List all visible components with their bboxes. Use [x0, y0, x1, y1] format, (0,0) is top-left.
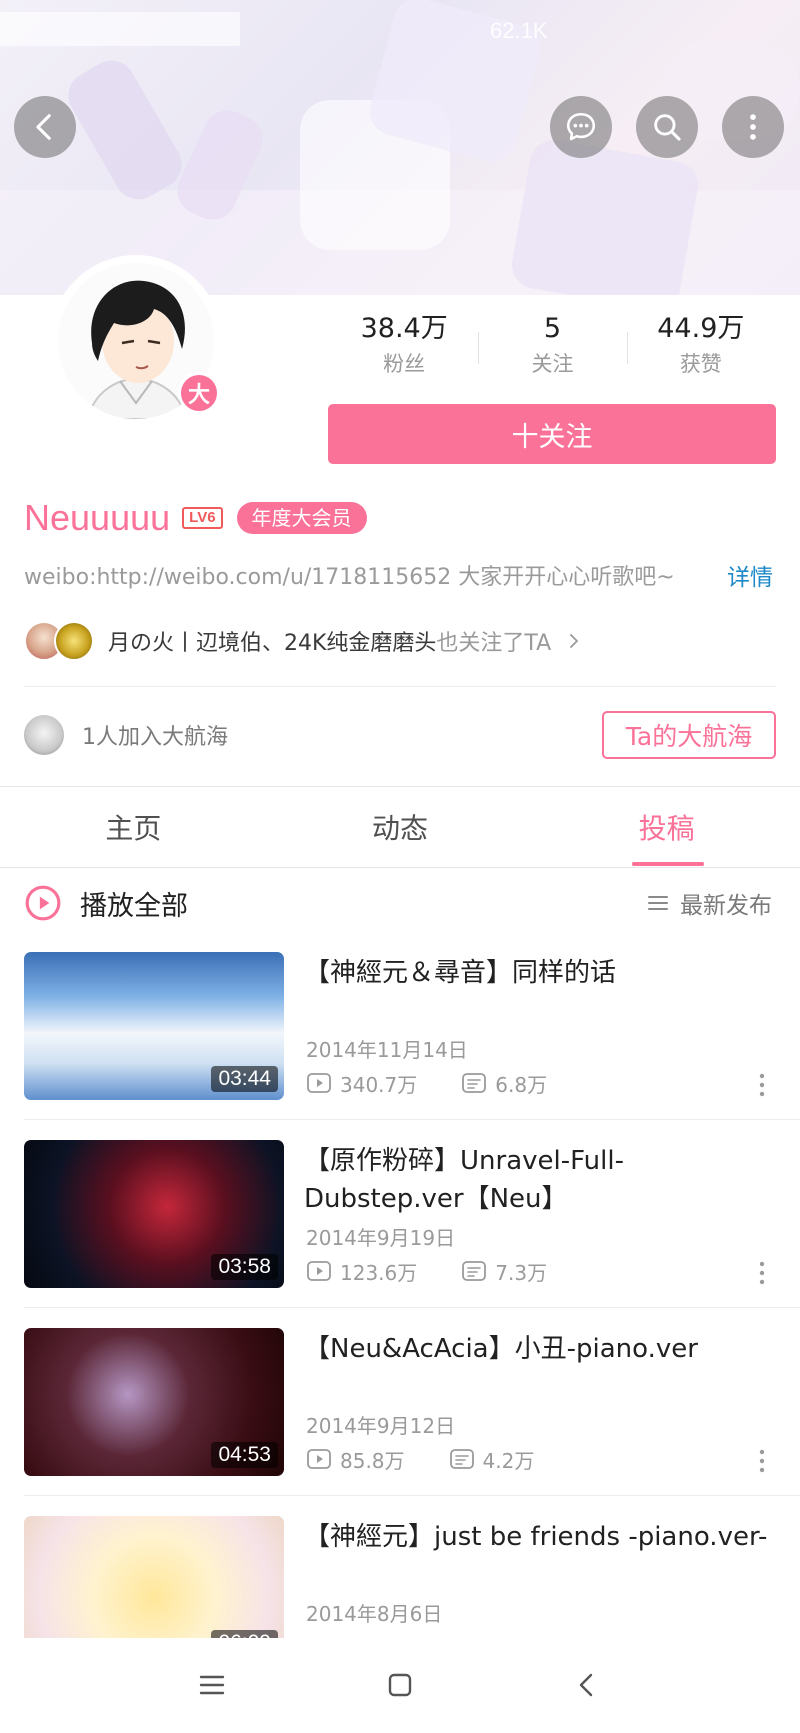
- voyage-button[interactable]: Ta的大航海: [602, 711, 776, 759]
- system-nav-bar: [0, 1638, 800, 1733]
- more-vertical-icon[interactable]: [754, 1446, 770, 1476]
- video-date: 2014年11月14日: [306, 1038, 468, 1062]
- video-title[interactable]: 【原作粉碎】Unravel-Full-Dubstep.ver【Neu】: [304, 1142, 774, 1218]
- danmaku-count: 4.2万: [482, 1448, 535, 1473]
- detail-link[interactable]: 详情: [727, 562, 773, 594]
- level-badge: LV6: [182, 507, 223, 529]
- video-meta: 85.8万 4.2万: [306, 1446, 535, 1473]
- back-arrow-icon[interactable]: [572, 1670, 602, 1700]
- danmaku-count: 6.8万: [495, 1072, 548, 1097]
- search-icon: [654, 114, 681, 141]
- menu-icon[interactable]: [197, 1670, 227, 1700]
- danmaku-icon: [462, 1261, 487, 1281]
- status-bar: [0, 12, 240, 46]
- divider: [24, 1307, 800, 1308]
- video-item[interactable]: 03:58 【原作粉碎】Unravel-Full-Dubstep.ver【Neu…: [24, 1140, 776, 1288]
- sort-label: 最新发布: [680, 893, 772, 919]
- tab-indicator: [632, 862, 704, 866]
- video-title[interactable]: 【Neu&AcAcia】小丑-piano.ver: [304, 1330, 774, 1368]
- video-meta: 340.7万 6.8万: [306, 1070, 548, 1097]
- play-count-icon: [307, 1449, 331, 1469]
- divider: [24, 1495, 800, 1496]
- video-duration: 03:58: [211, 1254, 278, 1280]
- more-vertical-icon: [750, 114, 756, 140]
- video-title[interactable]: 【神經元＆尋音】同样的话: [304, 954, 774, 992]
- profile-stats: 38.4万 粉丝 5 关注 44.9万 获赞: [330, 310, 775, 390]
- stat-label: 粉丝: [383, 352, 426, 376]
- play-count-icon: [307, 1261, 331, 1281]
- more-vertical-icon[interactable]: [754, 1258, 770, 1288]
- big-member-badge: 大: [178, 372, 220, 414]
- danmaku-icon: [462, 1073, 487, 1093]
- search-button[interactable]: [636, 96, 698, 158]
- play-all-button[interactable]: 播放全部: [24, 882, 188, 924]
- bio-text: weibo:http://weibo.com/u/1718115652 大家开开…: [24, 565, 675, 590]
- stat-label: 获赞: [679, 352, 722, 376]
- mutual-names: 月の火丨辺境伯、24K纯金磨磨头: [108, 631, 437, 656]
- tab-dynamics[interactable]: 动态: [267, 787, 534, 867]
- video-date: 2014年8月6日: [306, 1602, 443, 1626]
- danmaku-icon: [449, 1449, 474, 1469]
- stat-following[interactable]: 5 关注: [478, 310, 626, 390]
- follow-button[interactable]: 十关注: [328, 404, 776, 464]
- vip-badge[interactable]: 年度大会员: [236, 502, 367, 534]
- stat-value: 38.4万: [360, 313, 448, 344]
- video-date: 2014年9月12日: [306, 1414, 456, 1438]
- username: Neuuuuu: [24, 497, 171, 538]
- video-item[interactable]: 03:44 【神經元＆尋音】同样的话 2014年11月14日 340.7万 6.…: [24, 952, 776, 1100]
- back-button[interactable]: [14, 96, 76, 158]
- home-square-icon[interactable]: [385, 1670, 415, 1700]
- video-date: 2014年9月19日: [306, 1226, 456, 1250]
- tab-uploads[interactable]: 投稿: [533, 787, 800, 867]
- chevron-right-icon: [570, 634, 579, 648]
- stat-value: 44.9万: [657, 313, 745, 344]
- play-count: 123.6万: [340, 1260, 418, 1285]
- voyage-avatar: [24, 715, 64, 755]
- video-thumbnail[interactable]: 03:44: [24, 952, 284, 1100]
- voyage-text: 1人加入大航海: [82, 725, 228, 750]
- play-count: 85.8万: [340, 1448, 405, 1473]
- video-meta: 123.6万 7.3万: [306, 1258, 548, 1285]
- video-title[interactable]: 【神經元】just be friends -piano.ver-: [304, 1518, 774, 1556]
- divider: [0, 867, 800, 868]
- tab-home[interactable]: 主页: [0, 787, 267, 867]
- name-row: Neuuuuu LV6 年度大会员: [24, 496, 367, 540]
- divider: [24, 686, 776, 687]
- video-duration: 03:44: [211, 1066, 278, 1092]
- play-all-label: 播放全部: [80, 890, 188, 922]
- danmaku-count: 7.3万: [495, 1260, 548, 1285]
- mutual-avatar: [54, 621, 94, 661]
- stat-value: 5: [543, 313, 562, 344]
- chat-bubble-icon: [566, 112, 596, 141]
- profile-tabs: 主页 动态 投稿: [0, 787, 800, 867]
- play-count: 340.7万: [340, 1072, 418, 1097]
- list-sort-icon: [648, 896, 668, 910]
- mutual-suffix: 也关注了TA: [436, 631, 552, 656]
- stat-fans[interactable]: 38.4万 粉丝: [330, 310, 478, 390]
- video-thumbnail[interactable]: 04:53: [24, 1328, 284, 1476]
- sort-button[interactable]: 最新发布: [646, 886, 772, 920]
- stat-likes[interactable]: 44.9万 获赞: [626, 310, 775, 390]
- chevron-left-icon: [36, 114, 51, 140]
- voyage-row: 1人加入大航海: [24, 712, 228, 758]
- play-circle-icon: [25, 885, 61, 921]
- more-vertical-icon[interactable]: [754, 1070, 770, 1100]
- message-button[interactable]: [550, 96, 612, 158]
- status-bar-text: 62.1K: [490, 18, 548, 43]
- stat-label: 关注: [531, 352, 574, 376]
- video-duration: 04:53: [211, 1442, 278, 1468]
- video-thumbnail[interactable]: 03:58: [24, 1140, 284, 1288]
- divider: [24, 1119, 800, 1120]
- video-item[interactable]: 04:53 【Neu&AcAcia】小丑-piano.ver 2014年9月12…: [24, 1328, 776, 1476]
- play-count-icon: [307, 1073, 331, 1093]
- more-button[interactable]: [722, 96, 784, 158]
- mutual-follows[interactable]: 月の火丨辺境伯、24K纯金磨磨头 也关注了TA: [24, 620, 583, 662]
